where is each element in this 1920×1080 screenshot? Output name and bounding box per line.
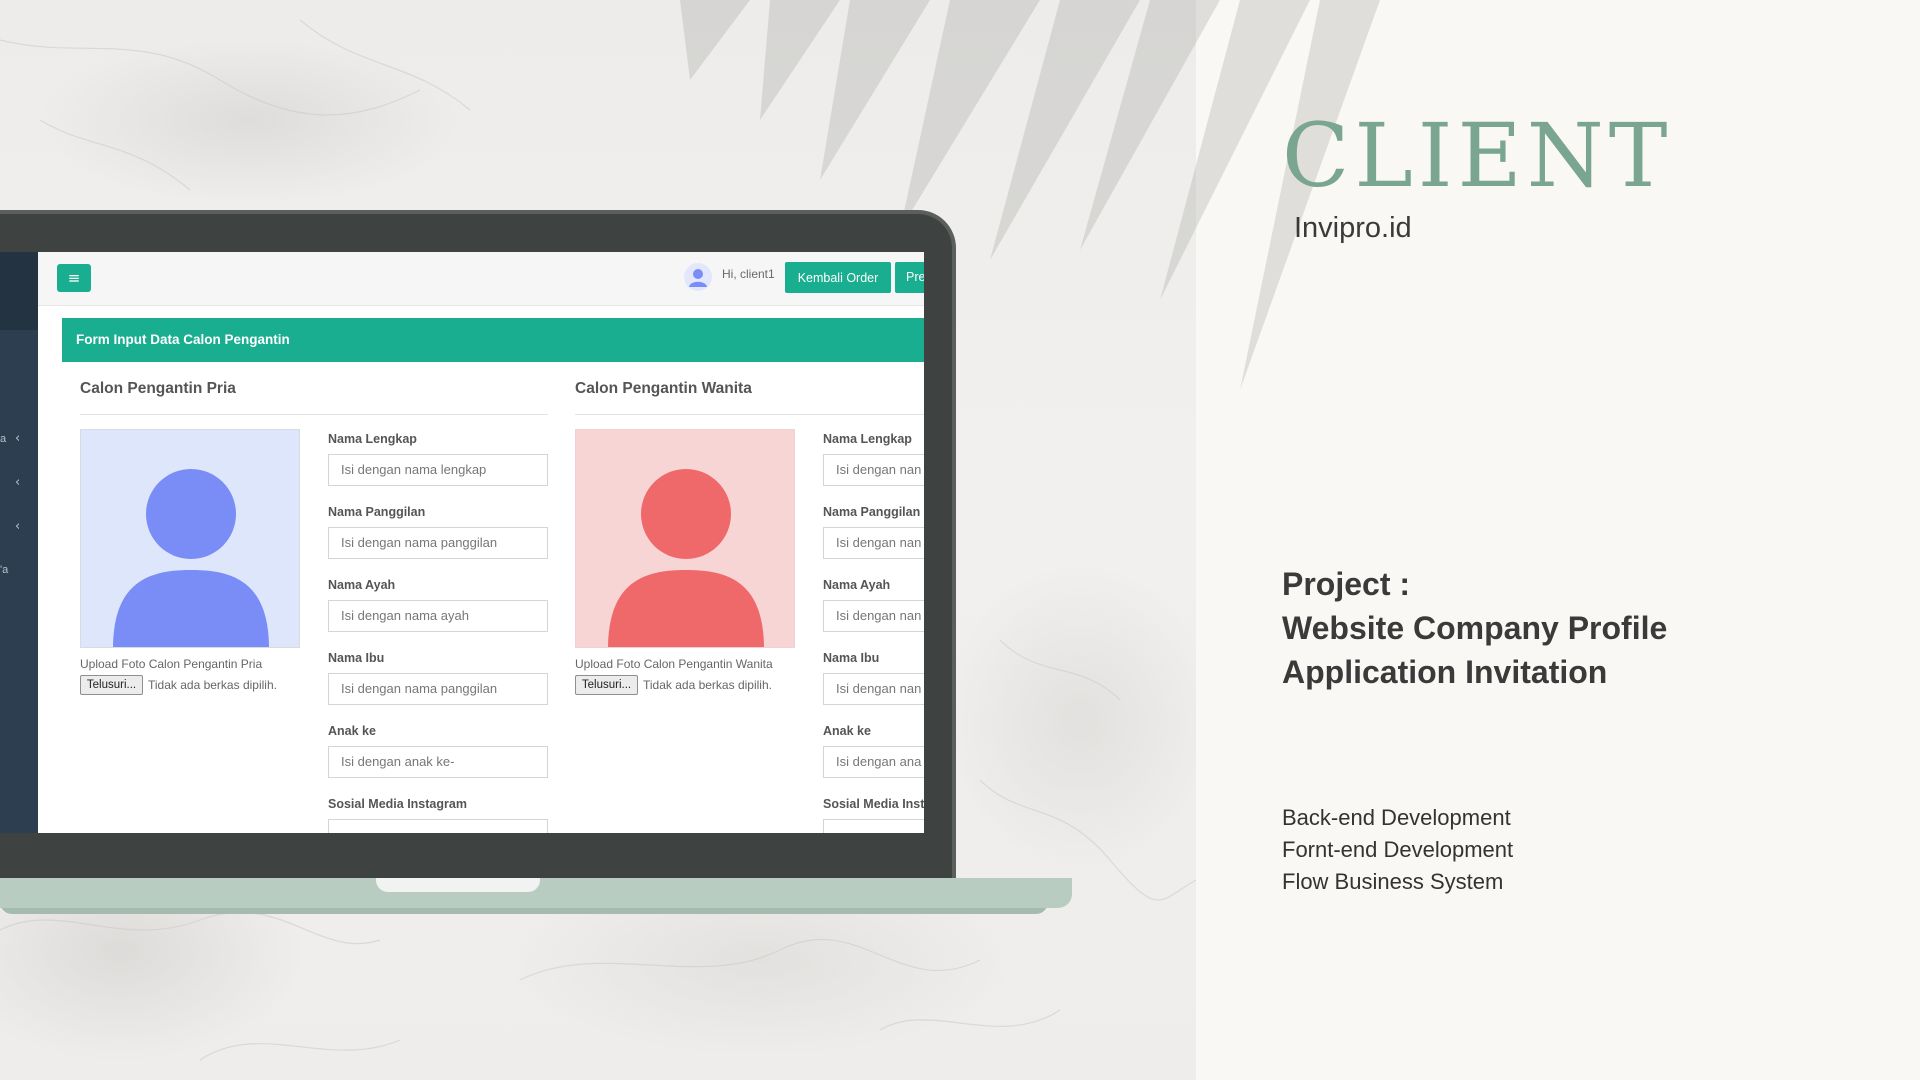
bride-field-label: Nama Ayah xyxy=(823,578,891,592)
chevron-left-icon[interactable]: ‹ xyxy=(15,431,20,446)
bride-father-input[interactable]: Isi dengan nan xyxy=(823,600,924,632)
laptop-screen: a ‹ ‹ ‹ 'a ≡ Hi, client1 Kembali Order P… xyxy=(0,252,924,833)
groom-browse-button[interactable]: Telusuri... xyxy=(80,675,143,695)
user-silhouette-icon xyxy=(113,469,269,647)
services-list: Back-end Development Fornt-end Developme… xyxy=(1282,802,1513,898)
bride-field-label: Sosial Media Inst xyxy=(823,797,924,811)
project-line: Application Invitation xyxy=(1282,654,1608,690)
chevron-left-icon[interactable]: ‹ xyxy=(15,475,20,490)
groom-instagram-input[interactable] xyxy=(328,819,548,833)
groom-field-label: Nama Panggilan xyxy=(328,505,426,519)
menu-icon: ≡ xyxy=(67,269,81,287)
chevron-left-icon[interactable]: ‹ xyxy=(15,519,20,534)
user-avatar-icon[interactable] xyxy=(684,263,712,291)
bride-fullname-input[interactable]: Isi dengan nan xyxy=(823,454,924,486)
groom-upload-label: Upload Foto Calon Pengantin Pria xyxy=(80,657,263,671)
next-button[interactable]: Pre xyxy=(895,262,924,293)
bride-field-label: Anak ke xyxy=(823,724,871,738)
bride-child-order-input[interactable]: Isi dengan ana xyxy=(823,746,924,778)
groom-field-label: Nama Lengkap xyxy=(328,432,417,446)
groom-file-status: Tidak ada berkas dipilih. xyxy=(148,678,277,692)
groom-section-title: Calon Pengantin Pria xyxy=(80,380,236,397)
bride-upload-label: Upload Foto Calon Pengantin Wanita xyxy=(575,657,773,671)
bride-photo-placeholder xyxy=(575,429,795,648)
project-line: Website Company Profile xyxy=(1282,610,1668,646)
groom-mother-input[interactable]: Isi dengan nama panggilan xyxy=(328,673,548,705)
bride-nickname-input[interactable]: Isi dengan nan xyxy=(823,527,924,559)
project-label: Project : xyxy=(1282,566,1411,602)
sidebar-item-fragment[interactable]: a xyxy=(0,433,6,445)
groom-father-input[interactable]: Isi dengan nama ayah xyxy=(328,600,548,632)
bride-file-status: Tidak ada berkas dipilih. xyxy=(643,678,772,692)
user-greeting[interactable]: Hi, client1 xyxy=(722,267,775,281)
laptop-notch xyxy=(376,878,540,892)
section-divider xyxy=(575,414,924,415)
project-block: Project : Website Company Profile Applic… xyxy=(1282,562,1667,694)
service-item: Back-end Development xyxy=(1282,805,1511,830)
bride-field-label: Nama Ibu xyxy=(823,651,880,665)
back-to-order-button[interactable]: Kembali Order xyxy=(785,262,891,293)
service-item: Flow Business System xyxy=(1282,869,1504,894)
sidebar-brand-block xyxy=(0,252,38,330)
groom-child-order-input[interactable]: Isi dengan anak ke- xyxy=(328,746,548,778)
bride-section-title: Calon Pengantin Wanita xyxy=(575,380,752,397)
bride-mother-input[interactable]: Isi dengan nan xyxy=(823,673,924,705)
groom-field-label: Nama Ibu xyxy=(328,651,385,665)
bride-field-label: Nama Lengkap xyxy=(823,432,912,446)
groom-nickname-input[interactable]: Isi dengan nama panggilan xyxy=(328,527,548,559)
client-heading: CLIENT xyxy=(1282,104,1673,207)
user-silhouette-icon xyxy=(608,469,764,647)
hamburger-menu-button[interactable]: ≡ xyxy=(57,264,91,292)
groom-fullname-input[interactable]: Isi dengan nama lengkap xyxy=(328,454,548,486)
groom-photo-placeholder xyxy=(80,429,300,648)
form-title: Form Input Data Calon Pengantin xyxy=(62,318,924,362)
groom-field-label: Anak ke xyxy=(328,724,376,738)
client-name: Invipro.id xyxy=(1294,212,1412,244)
groom-field-label: Nama Ayah xyxy=(328,578,396,592)
service-item: Fornt-end Development xyxy=(1282,837,1514,862)
bride-instagram-input[interactable] xyxy=(823,819,924,833)
sidebar-item-fragment[interactable]: 'a xyxy=(0,564,8,576)
sidebar: a ‹ ‹ ‹ 'a xyxy=(0,252,38,833)
groom-field-label: Sosial Media Instagram xyxy=(328,797,467,811)
top-navbar: ≡ Hi, client1 Kembali Order Pre xyxy=(38,252,924,306)
section-divider xyxy=(80,414,548,415)
bride-browse-button[interactable]: Telusuri... xyxy=(575,675,638,695)
bride-field-label: Nama Panggilan xyxy=(823,505,921,519)
